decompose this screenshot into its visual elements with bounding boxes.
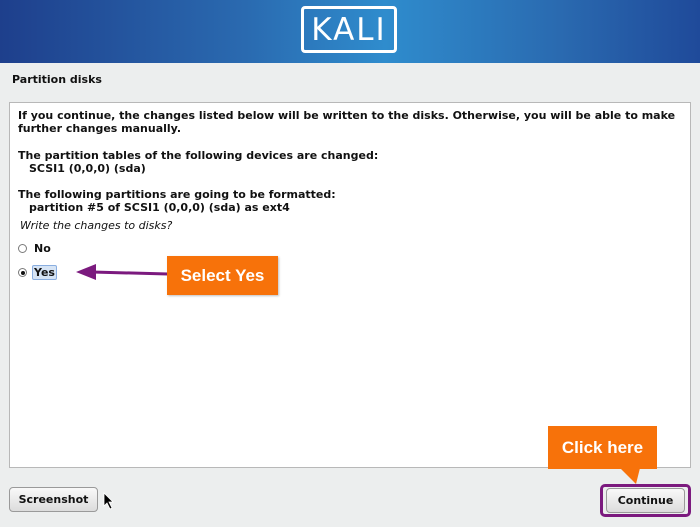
screenshot-button[interactable]: Screenshot <box>9 487 98 512</box>
select-yes-callout: Select Yes <box>167 256 278 295</box>
continue-button[interactable]: Continue <box>606 488 685 513</box>
click-here-callout: Click here <box>548 426 657 469</box>
callout-tail <box>620 468 640 484</box>
continue-highlight: Continue <box>600 484 691 517</box>
mouse-pointer-icon <box>103 492 114 510</box>
arrow-left-icon <box>91 270 169 276</box>
arrow-head <box>76 264 96 280</box>
